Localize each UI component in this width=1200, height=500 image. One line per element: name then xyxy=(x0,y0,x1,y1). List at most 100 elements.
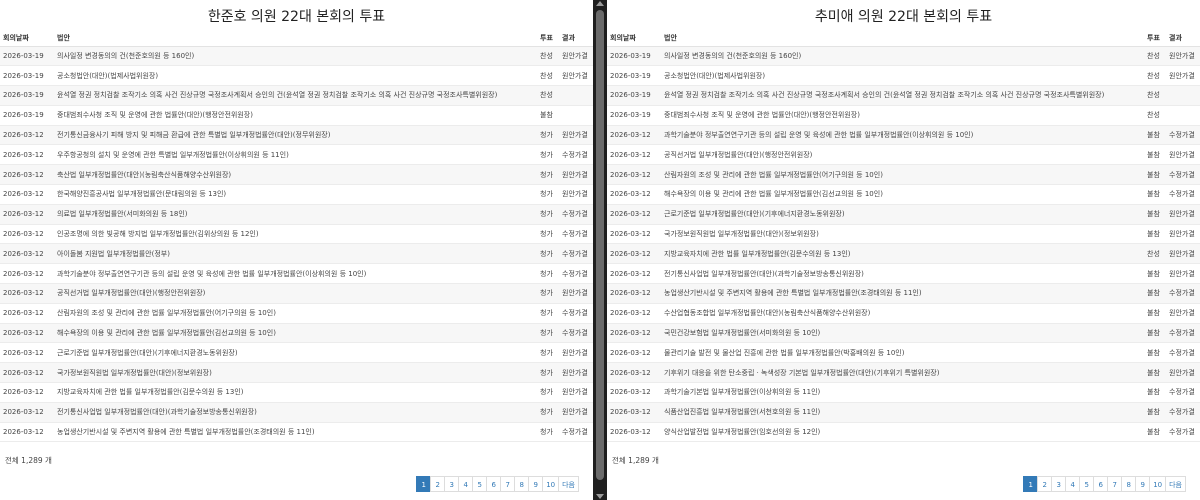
table-row[interactable]: 2026-03-12 의료법 일부개정법률안(서미화의원 등 18인) 청가 수정가결 xyxy=(0,204,593,225)
table-row[interactable]: 2026-03-12 축산법 일부개정법률안(대안)(농림축산식품해양수산위원장)… xyxy=(0,164,593,186)
table-row[interactable]: 2026-03-12 기후위기 대응을 위한 탄소중립ㆍ녹색성장 기본법 일부개정… xyxy=(607,362,1200,384)
cell-bill: 산림자원의 조성 및 관리에 관한 법률 일부개정법률안(어기구의원 등 10인… xyxy=(661,164,1144,186)
page-button-7[interactable]: 7 xyxy=(1107,476,1123,492)
cell-bill: 윤석열 정권 정치검찰 조작기소 의혹 사건 진상규명 국정조사계획서 승인의 … xyxy=(661,85,1144,106)
table-row[interactable]: 2026-03-12 근로기준법 일부개정법률안(대안)(기후에너지환경노동위원장… xyxy=(0,342,593,364)
table-row[interactable]: 2026-03-12 산림자원의 조성 및 관리에 관한 법률 일부개정법률안(어… xyxy=(0,303,593,324)
table-row[interactable]: 2026-03-12 공직선거법 일부개정법률안(대안)(행정안전위원장) 불참 원안… xyxy=(607,144,1200,166)
cell-date: 2026-03-12 xyxy=(0,144,54,166)
cell-vote: 불참 xyxy=(1144,144,1166,166)
next-page-button[interactable]: 다음 xyxy=(558,476,579,492)
cell-date: 2026-03-12 xyxy=(607,303,661,324)
cell-date: 2026-03-12 xyxy=(0,422,54,443)
header-vote: 투표 xyxy=(1144,30,1166,47)
table-row[interactable]: 2026-03-12 전기통신사업법 일부개정법률안(대안)(과학기술정보방송통신… xyxy=(607,263,1200,285)
header-vote: 투표 xyxy=(537,30,559,47)
table-row[interactable]: 2026-03-19 중대범죄수사청 조직 및 운영에 관한 법률안(대안)(행정… xyxy=(0,105,593,126)
cell-date: 2026-03-12 xyxy=(0,303,54,324)
header-bill: 법안 xyxy=(54,30,537,47)
page-button-8[interactable]: 8 xyxy=(514,476,530,492)
page-button-3[interactable]: 3 xyxy=(1051,476,1067,492)
cell-result: 원안가결 xyxy=(1166,204,1200,225)
table-row[interactable]: 2026-03-12 아이돌봄 지원법 일부개정법률안(정부) 청가 수정가결 xyxy=(0,243,593,265)
table-row[interactable]: 2026-03-12 과학기술분야 정부출연연구기관 등의 설립 운영 및 육성에… xyxy=(0,263,593,285)
table-row[interactable]: 2026-03-12 농업생산기반시설 및 주변지역 활용에 관한 특별법 일부개… xyxy=(607,283,1200,304)
cell-bill: 의료법 일부개정법률안(서미화의원 등 18인) xyxy=(54,204,537,225)
cell-vote: 불참 xyxy=(537,105,559,126)
scrollbar-thumb[interactable] xyxy=(596,10,604,480)
table-row[interactable]: 2026-03-12 농업생산기반시설 및 주변지역 활용에 관한 특별법 일부개… xyxy=(0,422,593,443)
cell-date: 2026-03-12 xyxy=(0,402,54,423)
page-button-7[interactable]: 7 xyxy=(500,476,516,492)
table-row[interactable]: 2026-03-19 윤석열 정권 정치검찰 조작기소 의혹 사건 진상규명 국정… xyxy=(0,85,593,106)
cell-result: 원안가결 xyxy=(559,283,593,304)
page-button-8[interactable]: 8 xyxy=(1121,476,1137,492)
page-button-9[interactable]: 9 xyxy=(528,476,544,492)
page-button-1[interactable]: 1 xyxy=(1023,476,1039,492)
cell-vote: 불참 xyxy=(1144,184,1166,205)
cell-result: 수정가결 xyxy=(1166,283,1200,304)
table-row[interactable]: 2026-03-12 과학기술기본법 일부개정법률안(이상휘의원 등 11인) 불참… xyxy=(607,382,1200,403)
cell-vote: 청가 xyxy=(537,303,559,324)
cell-vote: 찬성 xyxy=(1144,65,1166,87)
cell-bill: 해수욕장의 이용 및 관리에 관한 법률 일부개정법률안(김선교의원 등 10인… xyxy=(661,184,1144,205)
scroll-down-icon[interactable] xyxy=(596,494,604,499)
page-button-2[interactable]: 2 xyxy=(430,476,446,492)
table-row[interactable]: 2026-03-12 우주항공청의 설치 및 운영에 관한 특별법 일부개정법률안… xyxy=(0,144,593,166)
page-button-10[interactable]: 10 xyxy=(1149,476,1167,492)
cell-vote: 불참 xyxy=(1144,125,1166,146)
page-button-3[interactable]: 3 xyxy=(444,476,460,492)
table-row[interactable]: 2026-03-12 국민건강보험법 일부개정법률안(서미화의원 등 10인) 불참… xyxy=(607,323,1200,344)
table-row[interactable]: 2026-03-12 지방교육자치에 관한 법률 일부개정법률안(김문수의원 등 … xyxy=(0,382,593,403)
cell-date: 2026-03-12 xyxy=(607,243,661,265)
table-row[interactable]: 2026-03-12 식품산업진흥법 일부개정법률안(서천호의원 등 11인) 불참… xyxy=(607,402,1200,423)
table-row[interactable]: 2026-03-19 공소청법안(대안)(법제사법위원장) 찬성 원안가결 xyxy=(0,65,593,87)
cell-bill: 양식산업발전법 일부개정법률안(임호선의원 등 12인) xyxy=(661,422,1144,443)
table-header-row: 회의날짜 법안 투표 결과 xyxy=(0,30,593,47)
panel-divider-scrollbar[interactable] xyxy=(593,0,607,500)
page-button-1[interactable]: 1 xyxy=(416,476,432,492)
table-row[interactable]: 2026-03-19 윤석열 정권 정치검찰 조작기소 의혹 사건 진상규명 국정… xyxy=(607,85,1200,106)
table-row[interactable]: 2026-03-12 인공조명에 의한 빛공해 방지법 일부개정법률안(김위상의원… xyxy=(0,224,593,245)
table-row[interactable]: 2026-03-12 물관리기술 발전 및 물산업 진흥에 관한 법률 일부개정법… xyxy=(607,342,1200,364)
page-button-2[interactable]: 2 xyxy=(1037,476,1053,492)
page-button-5[interactable]: 5 xyxy=(1079,476,1095,492)
scroll-up-icon[interactable] xyxy=(596,1,604,6)
table-row[interactable]: 2026-03-12 해수욕장의 이용 및 관리에 관한 법률 일부개정법률안(김… xyxy=(0,323,593,344)
table-row[interactable]: 2026-03-12 지방교육자치에 관한 법률 일부개정법률안(김문수의원 등 … xyxy=(607,243,1200,265)
table-row[interactable]: 2026-03-12 국가정보원직원법 일부개정법률안(대안)(정보위원장) 청가 원… xyxy=(0,362,593,384)
table-row[interactable]: 2026-03-12 국가정보원직원법 일부개정법률안(대안)(정보위원장) 불참 원… xyxy=(607,224,1200,245)
page-button-6[interactable]: 6 xyxy=(486,476,502,492)
page-button-6[interactable]: 6 xyxy=(1093,476,1109,492)
table-row[interactable]: 2026-03-12 수산업협동조합법 일부개정법률안(대안)(농림축산식품해양수… xyxy=(607,303,1200,324)
cell-result: 수정가결 xyxy=(1166,164,1200,186)
cell-vote: 청가 xyxy=(537,144,559,166)
table-row[interactable]: 2026-03-12 한국해양진흥공사법 일부개정법률안(문대림의원 등 13인)… xyxy=(0,184,593,205)
cell-date: 2026-03-19 xyxy=(607,105,661,126)
page-button-10[interactable]: 10 xyxy=(542,476,560,492)
header-bill: 법안 xyxy=(661,30,1144,47)
page-button-4[interactable]: 4 xyxy=(458,476,474,492)
table-row[interactable]: 2026-03-12 전기통신금융사기 피해 방지 및 피해금 환급에 관한 특별… xyxy=(0,125,593,146)
table-row[interactable]: 2026-03-12 공직선거법 일부개정법률안(대안)(행정안전위원장) 청가 원안… xyxy=(0,283,593,304)
page-button-5[interactable]: 5 xyxy=(472,476,488,492)
table-row[interactable]: 2026-03-19 공소청법안(대안)(법제사법위원장) 찬성 원안가결 xyxy=(607,65,1200,87)
table-row[interactable]: 2026-03-19 의사일정 변경동의의 건(천준호의원 등 160인) 찬성 원안… xyxy=(607,46,1200,67)
table-row[interactable]: 2026-03-12 과학기술분야 정부출연연구기관 등의 설립 운영 및 육성에… xyxy=(607,125,1200,146)
next-page-button[interactable]: 다음 xyxy=(1165,476,1186,492)
cell-result: 원안가결 xyxy=(559,184,593,205)
table-row[interactable]: 2026-03-12 근로기준법 일부개정법률안(대안)(기후에너지환경노동위원장… xyxy=(607,204,1200,225)
table-row[interactable]: 2026-03-19 의사일정 변경동의의 건(천준호의원 등 160인) 찬성 원안… xyxy=(0,46,593,67)
page-button-4[interactable]: 4 xyxy=(1065,476,1081,492)
cell-bill: 과학기술분야 정부출연연구기관 등의 설립 운영 및 육성에 관한 법률 일부개… xyxy=(54,263,537,285)
table-row[interactable]: 2026-03-19 중대범죄수사청 조직 및 운영에 관한 법률안(대안)(행정… xyxy=(607,105,1200,126)
table-row[interactable]: 2026-03-12 산림자원의 조성 및 관리에 관한 법률 일부개정법률안(어… xyxy=(607,164,1200,186)
page-button-9[interactable]: 9 xyxy=(1135,476,1151,492)
cell-vote: 불참 xyxy=(1144,263,1166,285)
table-row[interactable]: 2026-03-12 양식산업발전법 일부개정법률안(임호선의원 등 12인) 불참… xyxy=(607,422,1200,443)
cell-result: 원안가결 xyxy=(559,65,593,87)
cell-bill: 근로기준법 일부개정법률안(대안)(기후에너지환경노동위원장) xyxy=(661,204,1144,225)
cell-date: 2026-03-12 xyxy=(607,144,661,166)
table-row[interactable]: 2026-03-12 전기통신사업법 일부개정법률안(대안)(과학기술정보방송통신… xyxy=(0,402,593,423)
table-row[interactable]: 2026-03-12 해수욕장의 이용 및 관리에 관한 법률 일부개정법률안(김… xyxy=(607,184,1200,205)
